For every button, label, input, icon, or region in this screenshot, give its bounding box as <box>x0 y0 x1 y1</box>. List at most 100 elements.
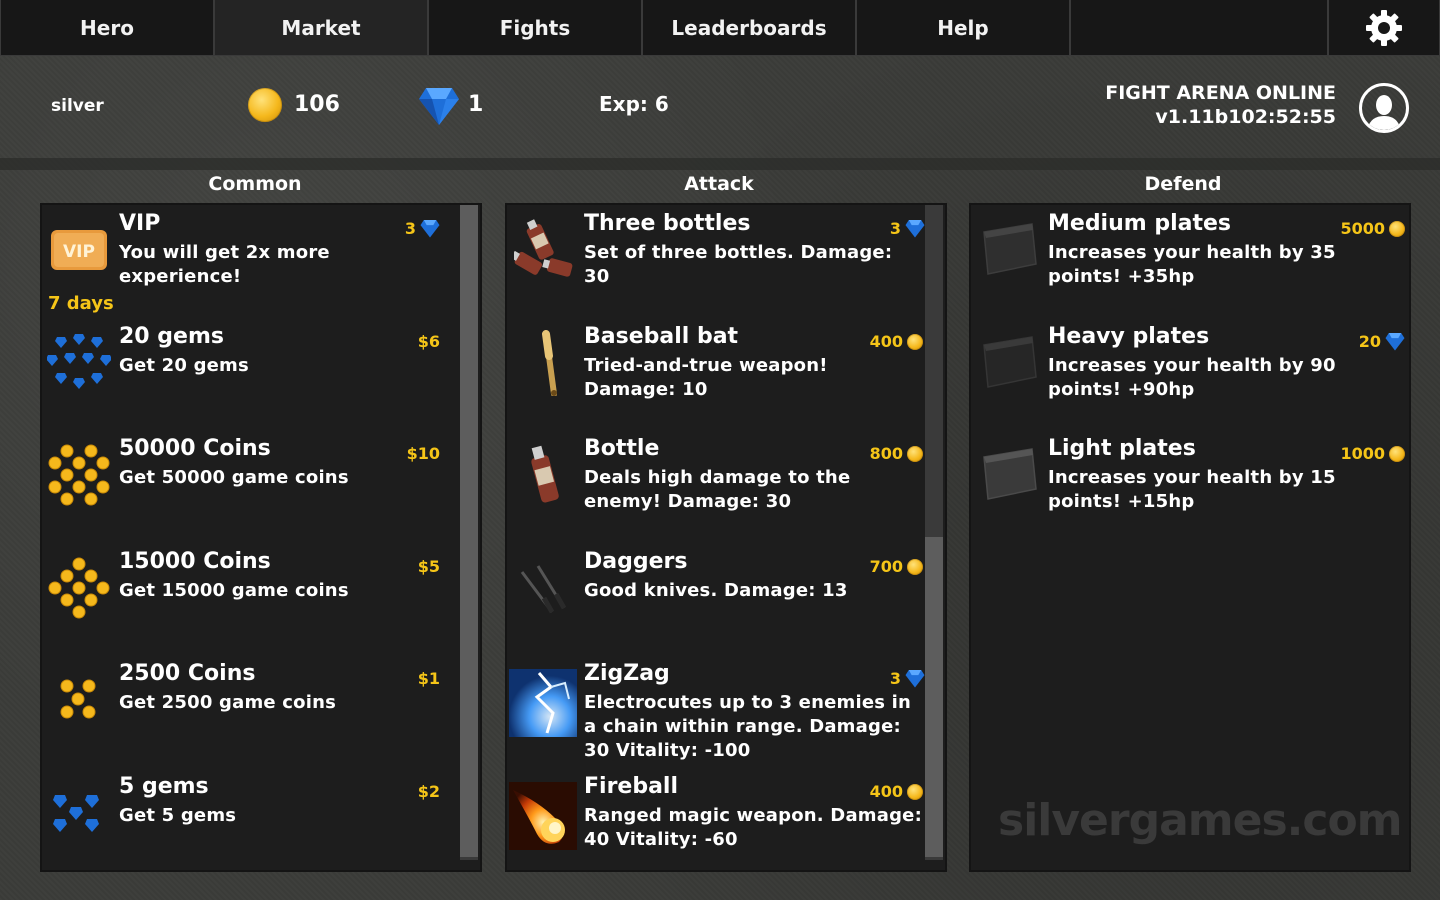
tab-label: Hero <box>80 15 134 40</box>
item-price: 1000 <box>1340 444 1405 463</box>
shop-item-three-bottles[interactable]: Three bottles Set of three bottles. Dama… <box>507 205 927 317</box>
plate-icon <box>975 215 1041 285</box>
item-description: Good knives. Damage: 13 <box>584 580 848 601</box>
item-title: 20 gems <box>119 324 224 349</box>
item-title: Three bottles <box>584 211 751 236</box>
scrollbar[interactable] <box>460 205 478 860</box>
price-value: 20 <box>1358 332 1381 351</box>
gems-icon <box>46 328 112 398</box>
gems-count: 1 <box>468 92 484 117</box>
column-title-attack: Attack <box>684 173 754 195</box>
price-value: 800 <box>869 444 903 463</box>
defend-panel: Medium plates Increases your health by 3… <box>969 203 1411 872</box>
shop-item-fireball[interactable]: Fireball Ranged magic weapon. Damage: 40… <box>507 768 927 870</box>
shop-item-medium-plates[interactable]: Medium plates Increases your health by 3… <box>971 205 1409 317</box>
tab-help[interactable]: Help <box>856 0 1070 56</box>
item-description: Tried-and-true weapon! Damage: 10 <box>584 355 828 400</box>
item-title: Heavy plates <box>1048 324 1210 349</box>
shop-item-5-gems[interactable]: 5 gems Get 5 gems $2 <box>42 768 462 870</box>
coin-icon <box>907 783 923 800</box>
price-value: 400 <box>869 782 903 801</box>
column-title-common: Common <box>208 173 302 195</box>
top-nav: Hero Market Fights Leaderboards Help <box>0 0 1440 56</box>
shop-item-baseball-bat[interactable]: Baseball bat Tried-and-true weapon! Dama… <box>507 318 927 430</box>
price-value: 3 <box>889 669 901 688</box>
price-value: 5000 <box>1340 219 1385 238</box>
item-description: Deals high damage to the enemy! Damage: … <box>584 467 851 512</box>
gem-icon <box>905 219 925 238</box>
item-description: Ranged magic weapon. Damage: 40 Vitality… <box>584 805 922 850</box>
username: silver <box>51 96 104 116</box>
fireball-icon <box>509 782 577 850</box>
item-price: 800 <box>870 444 923 463</box>
coin-icon <box>907 333 923 350</box>
coins-icon <box>46 665 112 735</box>
tab-label: Market <box>281 15 361 40</box>
item-title: Daggers <box>584 549 688 574</box>
shop-item-daggers[interactable]: Daggers Good knives. Damage: 13 700 <box>507 543 927 655</box>
version-label: v1.11b102:52:55 <box>1155 106 1336 128</box>
settings-button[interactable] <box>1328 0 1440 56</box>
price-value: 3 <box>889 219 901 238</box>
item-price: $10 <box>406 444 440 463</box>
item-price: 3 <box>405 219 440 238</box>
tab-leaderboards[interactable]: Leaderboards <box>642 0 856 56</box>
attack-panel: Three bottles Set of three bottles. Dama… <box>505 203 947 872</box>
shop-item-50000-coins[interactable]: 50000 Coins Get 50000 game coins $10 <box>42 430 462 542</box>
price-value: 400 <box>869 332 903 351</box>
shop-item-20-gems[interactable]: 20 gems Get 20 gems $6 <box>42 318 462 430</box>
profile-button[interactable] <box>1359 83 1409 133</box>
gems-icon <box>46 778 112 848</box>
shop-item-bottle[interactable]: Bottle Deals high damage to the enemy! D… <box>507 430 927 542</box>
item-description: Get 20 gems <box>119 355 249 376</box>
coin-icon <box>1389 220 1405 237</box>
item-description: Set of three bottles. Damage: 30 <box>584 242 893 287</box>
common-panel: VIP VIP You will get 2x more experience!… <box>40 203 482 872</box>
item-title: VIP <box>119 211 161 236</box>
item-title: Light plates <box>1048 436 1196 461</box>
tab-label: Fights <box>499 15 571 40</box>
bat-icon <box>511 328 577 398</box>
svg-text:VIP: VIP <box>63 242 95 262</box>
item-description: Get 5 gems <box>119 805 237 826</box>
item-price: $5 <box>417 557 440 576</box>
item-price: $1 <box>417 669 440 688</box>
scrollbar[interactable] <box>925 205 943 860</box>
price-value: 3 <box>404 219 416 238</box>
bottle-icon <box>511 440 577 510</box>
scrollbar-thumb[interactable] <box>925 537 943 857</box>
shop-item-2500-coins[interactable]: 2500 Coins Get 2500 game coins $1 <box>42 655 462 767</box>
shop-item-zigzag[interactable]: ZigZag Electrocutes up to 3 enemies in a… <box>507 655 927 767</box>
scrollbar-thumb[interactable] <box>460 205 478 857</box>
item-price: 400 <box>870 782 923 801</box>
column-title-defend: Defend <box>1144 173 1222 195</box>
user-icon <box>1367 95 1401 130</box>
item-title: ZigZag <box>584 661 670 686</box>
item-description: Get 2500 game coins <box>119 692 337 713</box>
shop-item-15000-coins[interactable]: 15000 Coins Get 15000 game coins $5 <box>42 543 462 655</box>
shop-item-vip[interactable]: VIP VIP You will get 2x more experience!… <box>42 205 462 317</box>
gear-icon <box>1366 9 1402 46</box>
daggers-icon <box>511 553 577 623</box>
item-title: Medium plates <box>1048 211 1232 236</box>
tab-market[interactable]: Market <box>214 0 428 56</box>
coins-icon <box>46 440 112 510</box>
item-title: Fireball <box>584 774 679 799</box>
tab-label: Leaderboards <box>671 15 827 40</box>
gem-icon <box>420 219 440 238</box>
plate-icon <box>975 440 1041 510</box>
item-description: Increases your health by 90 points! +90h… <box>1048 355 1336 400</box>
item-price: 700 <box>870 557 923 576</box>
coins-count: 106 <box>294 92 340 117</box>
item-description: Get 15000 game coins <box>119 580 349 601</box>
coins-icon <box>46 553 112 623</box>
shop-item-light-plates[interactable]: Light plates Increases your health by 15… <box>971 430 1409 542</box>
item-price: $2 <box>417 782 440 801</box>
tab-fights[interactable]: Fights <box>428 0 642 56</box>
item-description: Get 50000 game coins <box>119 467 349 488</box>
tab-hero[interactable]: Hero <box>0 0 214 56</box>
item-price: 400 <box>870 332 923 351</box>
item-price: $6 <box>417 332 440 351</box>
price-value: 700 <box>869 557 903 576</box>
shop-item-heavy-plates[interactable]: Heavy plates Increases your health by 90… <box>971 318 1409 430</box>
